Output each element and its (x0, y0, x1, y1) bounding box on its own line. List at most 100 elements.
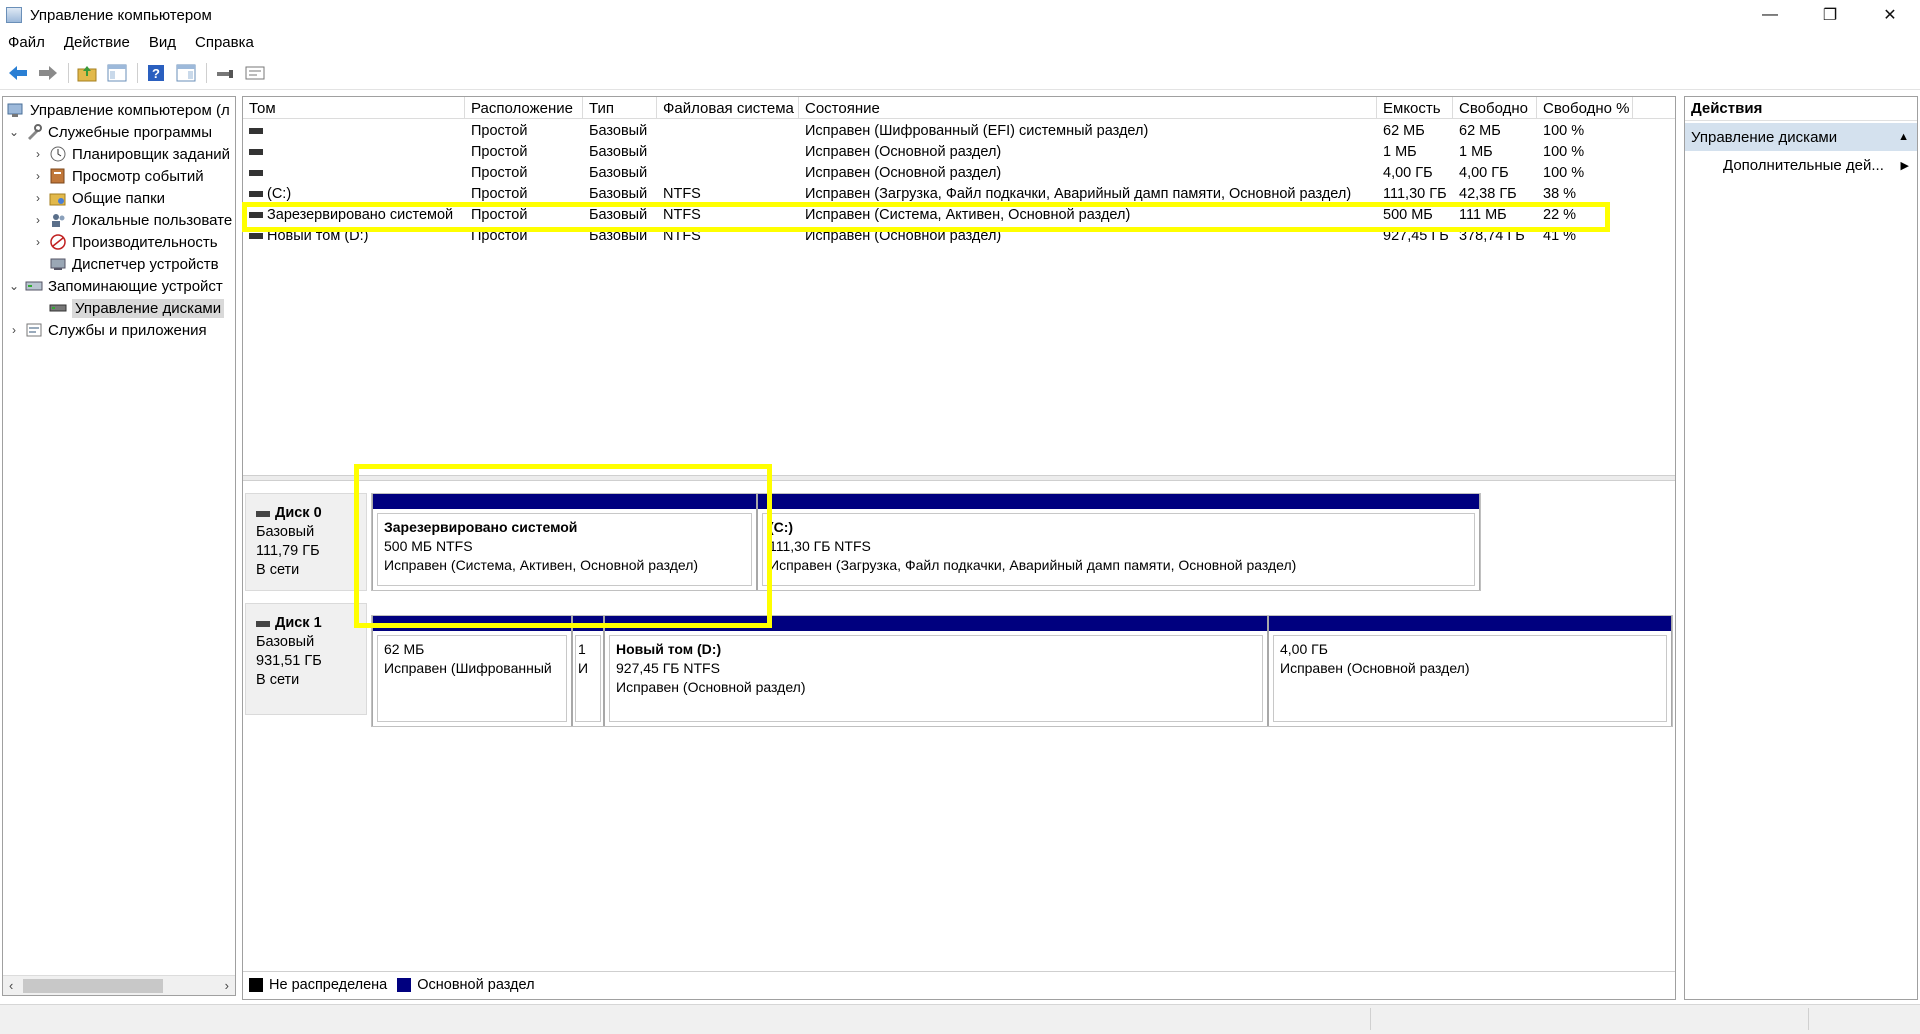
partition-status: Исправен (Основной раздел) (1280, 660, 1470, 676)
tree-item-storage[interactable]: ⌄ Запоминающие устройст (7, 275, 223, 297)
volume-icon (249, 127, 263, 134)
disk-1-label[interactable]: Диск 1 Базовый 931,51 ГБ В сети (245, 603, 367, 715)
connect-icon[interactable] (213, 61, 237, 85)
close-button[interactable]: ✕ (1860, 0, 1920, 30)
volume-icon (249, 211, 263, 218)
scroll-left-icon[interactable]: ‹ (9, 978, 13, 993)
chevron-right-icon[interactable]: › (31, 235, 45, 249)
tree-item-device-manager[interactable]: Диспетчер устройств (31, 253, 219, 275)
forward-icon[interactable] (36, 61, 60, 85)
menu-view[interactable]: Вид (149, 34, 176, 51)
table-row[interactable]: Зарезервировано системой Простой Базовый… (243, 204, 1675, 225)
column-header-status[interactable]: Состояние (799, 97, 1377, 119)
chevron-right-icon[interactable]: › (7, 323, 21, 337)
help-icon[interactable]: ? (144, 61, 168, 85)
free-cell: 42,38 ГБ (1459, 185, 1517, 202)
capacity-cell: 111,30 ГБ (1383, 185, 1447, 202)
chevron-right-icon[interactable]: › (31, 147, 45, 161)
partition-c[interactable]: (C:) 111,30 ГБ NTFS Исправен (Загрузка, … (757, 494, 1480, 590)
filesystem-cell: NTFS (663, 185, 701, 202)
column-header-free-percent[interactable]: Свободно % (1537, 97, 1633, 119)
disk-graphical-view: Диск 0 Базовый 111,79 ГБ В сети Зарезерв… (243, 481, 1675, 973)
volume-list-header: Том Расположение Тип Файловая система Со… (243, 97, 1675, 119)
storage-icon (25, 278, 43, 294)
settings-icon[interactable] (243, 61, 267, 85)
tree-item-event-viewer[interactable]: › Просмотр событий (31, 165, 204, 187)
performance-icon (49, 234, 67, 250)
actions-item-more[interactable]: Дополнительные дей... ▶ (1685, 151, 1917, 179)
partition-status: Исправен (Загрузка, Файл подкачки, Авари… (769, 557, 1297, 573)
chevron-right-icon[interactable]: › (31, 191, 45, 205)
show-tree-icon[interactable] (105, 61, 129, 85)
partition-d[interactable]: Новый том (D:) 927,45 ГБ NTFS Исправен (… (604, 616, 1268, 726)
chevron-right-icon[interactable]: › (31, 213, 45, 227)
tree-item-services-apps[interactable]: › Службы и приложения (7, 319, 207, 341)
table-row[interactable]: Новый том (D:) Простой Базовый NTFS Испр… (243, 225, 1675, 246)
partition-body: 4,00 ГБ Исправен (Основной раздел) (1273, 635, 1667, 722)
status-cell: Исправен (Система, Активен, Основной раз… (805, 206, 1131, 223)
tree-item-label: Общие папки (72, 189, 166, 207)
filesystem-cell: NTFS (663, 206, 701, 223)
chevron-down-icon[interactable]: ⌄ (7, 279, 21, 293)
status-cell: Исправен (Шифрованный (EFI) системный ра… (805, 122, 1149, 139)
status-segment (1808, 1008, 1809, 1030)
tree-item-system-tools[interactable]: ⌄ Служебные программы (7, 121, 212, 143)
partition-recovery[interactable]: 4,00 ГБ Исправен (Основной раздел) (1268, 616, 1672, 726)
actions-section-disk-management[interactable]: Управление дисками ▲ (1685, 123, 1917, 151)
menu-file[interactable]: Файл (8, 34, 45, 51)
partition-system-reserved[interactable]: Зарезервировано системой 500 МБ NTFS Исп… (372, 494, 757, 590)
window-controls: — ❐ ✕ (1740, 0, 1920, 30)
minimize-button[interactable]: — (1740, 0, 1800, 30)
partition-bar (373, 494, 756, 509)
clock-icon (49, 146, 67, 162)
tree-item-label: Планировщик заданий (72, 145, 230, 163)
column-header-filesystem[interactable]: Файловая система (657, 97, 799, 119)
tree-item-label: Служебные программы (48, 123, 212, 141)
column-header-free[interactable]: Свободно (1453, 97, 1537, 119)
chevron-down-icon[interactable]: ⌄ (7, 125, 21, 139)
disk-0-label[interactable]: Диск 0 Базовый 111,79 ГБ В сети (245, 493, 367, 591)
tree-item-performance[interactable]: › Производительность (31, 231, 218, 253)
menu-help[interactable]: Справка (195, 34, 254, 51)
disk-name-text: Диск 0 (275, 505, 322, 521)
disk-name: Диск 0 (256, 504, 366, 523)
partition-msr[interactable]: 1 И (572, 616, 604, 726)
capacity-cell: 4,00 ГБ (1383, 164, 1433, 181)
partition-efi[interactable]: 62 МБ Исправен (Шифрованный (372, 616, 572, 726)
legend-label: Не распределена (269, 976, 388, 993)
table-row[interactable]: Простой Базовый Исправен (Основной разде… (243, 141, 1675, 162)
tree-item-label: Просмотр событий (72, 167, 204, 185)
disk-status: В сети (256, 562, 300, 578)
shared-folders-icon (49, 190, 67, 206)
disk-size: 931,51 ГБ (256, 653, 322, 669)
restore-button[interactable]: ❐ (1800, 0, 1860, 30)
scrollbar-thumb[interactable] (23, 979, 163, 993)
tree-item-local-users[interactable]: › Локальные пользовате (31, 209, 232, 231)
tree-item-task-scheduler[interactable]: › Планировщик заданий (31, 143, 230, 165)
column-header-type[interactable]: Тип (583, 97, 657, 119)
disk-size: 111,79 ГБ (256, 543, 320, 559)
chevron-right-icon[interactable]: › (31, 169, 45, 183)
partition-size: 111,30 ГБ NTFS (769, 538, 871, 554)
column-header-volume[interactable]: Том (243, 97, 465, 119)
tree-item-computer-management[interactable]: Управление компьютером (л (7, 99, 230, 121)
tree-horizontal-scrollbar[interactable]: ‹ › (3, 975, 235, 995)
properties-icon[interactable] (174, 61, 198, 85)
scroll-right-icon[interactable]: › (225, 978, 229, 993)
partition-bar (605, 616, 1267, 631)
tree-item-label: Управление дисками (72, 298, 225, 318)
table-row[interactable]: Простой Базовый Исправен (Шифрованный (E… (243, 120, 1675, 141)
table-row[interactable]: Простой Базовый Исправен (Основной разде… (243, 162, 1675, 183)
collapse-up-icon[interactable]: ▲ (1898, 131, 1909, 143)
volume-name: (C:) (267, 185, 292, 202)
volume-name: Зарезервировано системой (267, 206, 454, 223)
actions-pane: Действия Управление дисками ▲ Дополнител… (1684, 96, 1918, 1000)
column-header-layout[interactable]: Расположение (465, 97, 583, 119)
column-header-capacity[interactable]: Емкость (1377, 97, 1453, 119)
menu-action[interactable]: Действие (64, 34, 130, 51)
back-icon[interactable] (6, 61, 30, 85)
tree-item-disk-management[interactable]: Управление дисками (31, 297, 225, 319)
table-row[interactable]: (C:) Простой Базовый NTFS Исправен (Загр… (243, 183, 1675, 204)
tree-item-shared-folders[interactable]: › Общие папки (31, 187, 165, 209)
up-folder-icon[interactable] (75, 61, 99, 85)
